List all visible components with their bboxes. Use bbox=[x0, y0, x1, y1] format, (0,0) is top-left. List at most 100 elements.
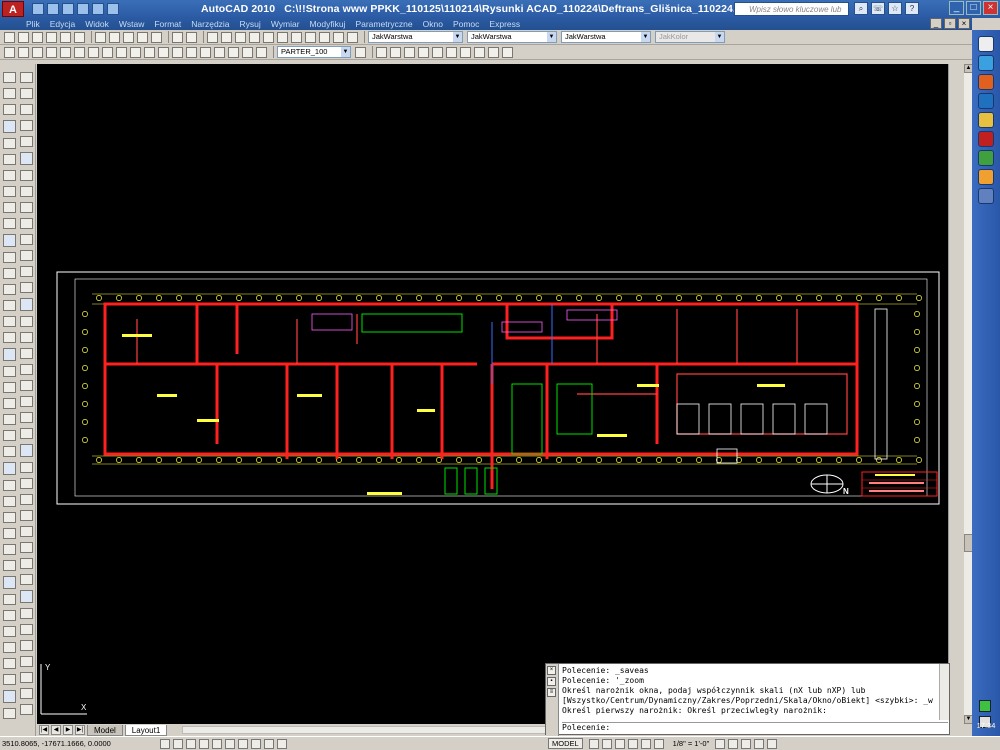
zoom-dynamic-icon[interactable] bbox=[390, 46, 401, 58]
menu-item-okno[interactable]: Okno bbox=[423, 19, 443, 29]
coordinate-readout[interactable]: 3510.8065, -17671.1666, 0.0000 bbox=[0, 739, 160, 748]
taskbar-app-icon[interactable] bbox=[978, 74, 994, 90]
menu-item-rysuj[interactable]: Rysuj bbox=[240, 19, 261, 29]
array-icon[interactable] bbox=[20, 136, 33, 147]
layer-color-icon[interactable] bbox=[74, 46, 85, 58]
stretch-icon[interactable] bbox=[20, 202, 33, 213]
favorites-icon[interactable]: ☆ bbox=[888, 2, 902, 15]
chevron-down-icon[interactable]: ▼ bbox=[715, 32, 724, 42]
break-icon[interactable] bbox=[3, 528, 16, 539]
taskbar-app-icon[interactable] bbox=[978, 150, 994, 166]
tolerance-icon[interactable] bbox=[3, 430, 16, 441]
ellipse-icon[interactable] bbox=[3, 218, 16, 229]
layer-copy-icon[interactable] bbox=[256, 46, 267, 58]
zoom-out-icon[interactable] bbox=[460, 46, 471, 58]
lock-icon[interactable] bbox=[754, 738, 765, 749]
snap-int-icon[interactable] bbox=[20, 624, 33, 635]
insert-block-icon[interactable] bbox=[3, 252, 16, 263]
center-mark-icon[interactable] bbox=[3, 446, 16, 457]
clock[interactable]: 17:34 bbox=[972, 721, 1000, 730]
zoom-extents-icon[interactable] bbox=[488, 46, 499, 58]
zoom-previous-icon[interactable] bbox=[249, 31, 260, 43]
xref-icon[interactable] bbox=[20, 510, 33, 521]
leader-icon[interactable] bbox=[3, 414, 16, 425]
arc-icon[interactable] bbox=[3, 154, 16, 165]
communication-icon[interactable]: ☏ bbox=[871, 2, 885, 15]
zoom-center-icon[interactable] bbox=[418, 46, 429, 58]
list-icon[interactable] bbox=[20, 396, 33, 407]
drawing-minimize-button[interactable]: _ bbox=[930, 18, 942, 29]
model-button[interactable]: MODEL bbox=[548, 738, 583, 749]
snap-center-icon[interactable] bbox=[20, 640, 33, 651]
dim-update-icon[interactable] bbox=[3, 594, 16, 605]
layer-merge-icon[interactable] bbox=[172, 46, 183, 58]
rectangle-icon[interactable] bbox=[3, 138, 16, 149]
revision-cloud-icon[interactable] bbox=[3, 186, 16, 197]
taskbar-app-icon[interactable] bbox=[978, 188, 994, 204]
annotation-scale[interactable]: 1/8" = 1'-0" bbox=[673, 739, 710, 748]
gradient-icon[interactable] bbox=[3, 316, 16, 327]
zoom-in-icon[interactable] bbox=[446, 46, 457, 58]
frame-icon[interactable] bbox=[20, 558, 33, 569]
tool-palettes-icon[interactable] bbox=[291, 31, 302, 43]
open-icon[interactable] bbox=[47, 3, 59, 15]
circle-icon[interactable] bbox=[3, 170, 16, 181]
layer-state-icon[interactable] bbox=[18, 46, 29, 58]
command-input[interactable]: Polecenie: bbox=[562, 722, 948, 733]
undo-icon[interactable] bbox=[77, 3, 89, 15]
snap-from-icon[interactable] bbox=[20, 574, 33, 585]
3d-orbit-icon[interactable] bbox=[3, 658, 16, 669]
dim-style-icon[interactable] bbox=[3, 576, 16, 589]
steeringwheel-icon[interactable] bbox=[640, 738, 651, 749]
pin-icon[interactable]: ▪ bbox=[547, 677, 556, 686]
image-icon[interactable] bbox=[20, 526, 33, 537]
snap-none-icon[interactable] bbox=[20, 656, 33, 667]
polyline-icon[interactable] bbox=[3, 104, 16, 115]
calculator-icon[interactable] bbox=[333, 31, 344, 43]
layer-walk-icon[interactable] bbox=[158, 46, 169, 58]
linetype-combo[interactable]: JakWarstwa ▼ bbox=[467, 31, 557, 43]
spline-icon[interactable] bbox=[3, 202, 16, 213]
break-at-point-icon[interactable] bbox=[20, 250, 33, 261]
osnap-toggle[interactable] bbox=[212, 738, 222, 749]
chevron-down-icon[interactable]: ▼ bbox=[453, 32, 462, 42]
taskbar-app-icon[interactable] bbox=[978, 55, 994, 71]
properties-icon[interactable]: ≡ bbox=[547, 688, 556, 697]
drawing-close-button[interactable]: × bbox=[958, 18, 970, 29]
zoom-all-icon[interactable] bbox=[474, 46, 485, 58]
menu-item-pomoc[interactable]: Pomoc bbox=[453, 19, 479, 29]
erase-icon[interactable] bbox=[20, 72, 33, 83]
join-icon[interactable] bbox=[20, 282, 33, 293]
showmotion-icon[interactable] bbox=[653, 738, 664, 749]
layer-lock-icon[interactable] bbox=[60, 46, 71, 58]
copy-object-icon[interactable] bbox=[20, 88, 33, 99]
distance-icon[interactable] bbox=[20, 348, 33, 359]
close-button[interactable]: × bbox=[983, 1, 998, 15]
redo-icon[interactable] bbox=[186, 31, 197, 43]
chevron-down-icon[interactable]: ▼ bbox=[547, 32, 556, 42]
taskbar-app-icon[interactable] bbox=[978, 169, 994, 185]
offset-icon[interactable] bbox=[20, 120, 33, 131]
render-icon[interactable] bbox=[3, 674, 16, 685]
dyn-toggle[interactable] bbox=[251, 738, 261, 749]
tray-icon[interactable] bbox=[979, 700, 991, 712]
region-mass-icon[interactable] bbox=[20, 428, 33, 439]
fillet-icon[interactable] bbox=[20, 316, 33, 327]
tab-model[interactable]: Model bbox=[87, 724, 123, 736]
block-edit-icon[interactable] bbox=[20, 494, 33, 505]
text-icon[interactable] bbox=[3, 382, 16, 393]
annotation-visibility-icon[interactable] bbox=[715, 738, 726, 749]
move-icon[interactable] bbox=[20, 152, 33, 165]
drawing-restore-button[interactable]: ▫ bbox=[944, 18, 956, 29]
new-icon[interactable] bbox=[32, 3, 44, 15]
continue-icon[interactable] bbox=[3, 496, 16, 507]
layout-icon[interactable] bbox=[3, 610, 16, 621]
osnap-settings-icon[interactable] bbox=[20, 672, 33, 683]
lineweight-combo[interactable]: JakWarstwa ▼ bbox=[561, 31, 651, 43]
plot-preview-icon[interactable] bbox=[60, 31, 71, 43]
layer-previous-icon[interactable] bbox=[88, 46, 99, 58]
copy-icon[interactable] bbox=[109, 31, 120, 43]
menu-item-narzedzia[interactable]: Narzędzia bbox=[191, 19, 229, 29]
menu-item-express[interactable]: Express bbox=[489, 19, 520, 29]
zoom-window-icon[interactable] bbox=[235, 31, 246, 43]
